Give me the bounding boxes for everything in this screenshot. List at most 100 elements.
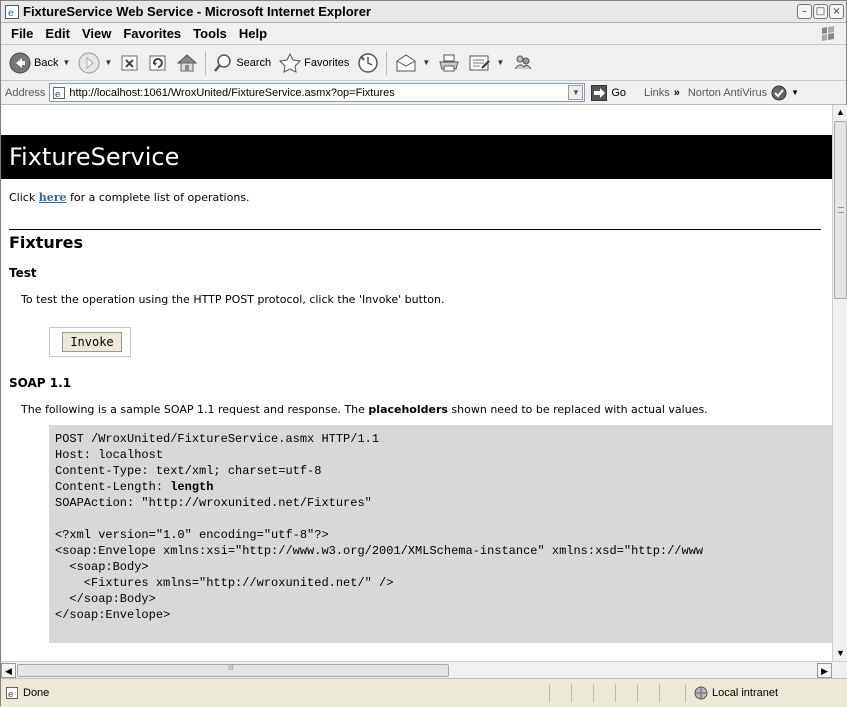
edit-button[interactable]: ▼ bbox=[464, 48, 508, 78]
menu-edit[interactable]: Edit bbox=[39, 26, 76, 41]
status-panes bbox=[549, 684, 681, 702]
home-icon bbox=[176, 53, 198, 71]
invoke-form: Invoke bbox=[49, 327, 131, 357]
refresh-button[interactable] bbox=[144, 48, 172, 78]
page-viewport: FixtureService Click here for a complete… bbox=[1, 105, 832, 661]
forward-dropdown-icon[interactable]: ▼ bbox=[104, 58, 112, 67]
search-button[interactable]: Search bbox=[209, 48, 275, 78]
security-zone[interactable]: Local intranet bbox=[685, 684, 835, 702]
go-label: Go bbox=[611, 86, 627, 99]
norton-shield-icon[interactable] bbox=[771, 85, 787, 101]
address-label: Address bbox=[5, 86, 46, 99]
address-input[interactable] bbox=[69, 86, 570, 99]
scroll-down-icon[interactable]: ▼ bbox=[833, 646, 847, 661]
status-text: Done bbox=[23, 687, 50, 699]
divider bbox=[9, 229, 821, 230]
status-pane bbox=[637, 684, 659, 702]
ie-logo-icon: e bbox=[5, 4, 19, 19]
norton-dropdown-icon[interactable]: ▼ bbox=[791, 88, 799, 97]
soap-request-sample: POST /WroxUnited/FixtureService.asmx HTT… bbox=[49, 425, 832, 643]
vertical-scroll-thumb[interactable] bbox=[834, 121, 847, 299]
code-line: </soap:Envelope> bbox=[55, 608, 171, 622]
status-pane bbox=[659, 684, 681, 702]
history-icon bbox=[358, 52, 379, 73]
norton-antivirus-label[interactable]: Norton AntiVirus bbox=[688, 87, 767, 99]
soap-description-pre: The following is a sample SOAP 1.1 reque… bbox=[21, 403, 369, 416]
code-line: <soap:Envelope xmlns:xsi="http://www.w3.… bbox=[55, 544, 704, 558]
status-pane bbox=[571, 684, 593, 702]
print-button[interactable] bbox=[434, 48, 464, 78]
page-icon: e bbox=[53, 86, 66, 100]
code-line: SOAPAction: "http://wroxunited.net/Fixtu… bbox=[55, 496, 372, 510]
stop-icon bbox=[121, 55, 138, 70]
menu-favorites[interactable]: Favorites bbox=[117, 26, 187, 41]
go-button[interactable]: Go bbox=[591, 84, 627, 101]
home-button[interactable] bbox=[172, 48, 202, 78]
menu-file[interactable]: File bbox=[5, 26, 39, 41]
scroll-left-icon[interactable]: ◀ bbox=[1, 663, 16, 678]
toolbar-separator bbox=[205, 50, 207, 75]
menu-view[interactable]: View bbox=[76, 26, 117, 41]
mail-button[interactable]: ▼ bbox=[390, 48, 434, 78]
minimize-button[interactable]: – bbox=[797, 4, 812, 19]
intro-text: Click here for a complete list of operat… bbox=[9, 191, 250, 204]
code-line: Host: localhost bbox=[55, 448, 164, 462]
svg-text:e: e bbox=[8, 8, 14, 19]
svg-text:e: e bbox=[55, 90, 60, 100]
printer-icon bbox=[439, 54, 460, 71]
links-label[interactable]: Links bbox=[644, 87, 670, 99]
messenger-button[interactable] bbox=[508, 48, 538, 78]
favorites-label: Favorites bbox=[304, 56, 350, 69]
code-line: POST /WroxUnited/FixtureService.asmx HTT… bbox=[55, 432, 380, 446]
horizontal-scroll-thumb[interactable]: III bbox=[17, 664, 449, 677]
horizontal-scrollbar[interactable]: ◀ III ▶ bbox=[1, 661, 847, 678]
favorites-star-icon bbox=[279, 52, 302, 73]
address-box[interactable]: e ▼ bbox=[49, 83, 586, 102]
go-arrow-icon bbox=[591, 84, 608, 101]
operations-list-link[interactable]: here bbox=[39, 191, 67, 204]
mail-dropdown-icon[interactable]: ▼ bbox=[422, 58, 430, 67]
title-bar: e FixtureService Web Service - Microsoft… bbox=[1, 1, 846, 23]
back-dropdown-icon[interactable]: ▼ bbox=[62, 58, 70, 67]
status-bar: e Done Local intranet bbox=[1, 678, 847, 707]
intro-text-pre: Click bbox=[9, 191, 39, 204]
forward-button[interactable]: ▼ bbox=[74, 48, 116, 78]
forward-arrow-icon bbox=[78, 52, 100, 73]
toolbar-separator bbox=[386, 50, 388, 75]
address-dropdown-icon[interactable]: ▼ bbox=[568, 85, 584, 100]
vertical-scrollbar[interactable]: ▲ ▼ bbox=[832, 105, 847, 661]
back-label: Back bbox=[34, 56, 59, 69]
menu-help[interactable]: Help bbox=[233, 26, 273, 41]
links-more-icon[interactable]: » bbox=[674, 87, 680, 99]
soap-description-bold: placeholders bbox=[368, 403, 448, 416]
favorites-button[interactable]: Favorites bbox=[275, 48, 353, 78]
invoke-button[interactable]: Invoke bbox=[62, 332, 122, 352]
page-done-icon: e bbox=[6, 687, 18, 700]
maximize-button[interactable]: □ bbox=[813, 4, 828, 19]
back-arrow-icon bbox=[9, 52, 31, 73]
back-button[interactable]: Back ▼ bbox=[5, 48, 74, 78]
soap-description: The following is a sample SOAP 1.1 reque… bbox=[21, 403, 708, 416]
svg-text:e: e bbox=[8, 690, 13, 700]
search-icon bbox=[214, 53, 232, 72]
scroll-up-icon[interactable]: ▲ bbox=[833, 105, 847, 120]
code-line: Content-Type: text/xml; charset=utf-8 bbox=[55, 464, 322, 478]
edit-dropdown-icon[interactable]: ▼ bbox=[496, 58, 504, 67]
history-button[interactable] bbox=[353, 48, 383, 78]
address-bar: Address e ▼ Go Links » Norton AntiVirus … bbox=[1, 81, 846, 105]
test-heading: Test bbox=[9, 266, 37, 280]
status-pane bbox=[615, 684, 637, 702]
stop-button[interactable] bbox=[116, 48, 144, 78]
status-pane bbox=[549, 684, 571, 702]
menu-tools[interactable]: Tools bbox=[187, 26, 233, 41]
standard-toolbar: Back ▼ ▼ Search Favorites ▼ ▼ bbox=[1, 45, 846, 81]
close-button[interactable]: × bbox=[829, 4, 844, 19]
security-zone-label: Local intranet bbox=[712, 687, 779, 699]
window-title: FixtureService Web Service - Microsoft I… bbox=[23, 4, 371, 19]
messenger-icon bbox=[514, 55, 532, 69]
scroll-grip bbox=[838, 207, 844, 213]
scroll-right-icon[interactable]: ▶ bbox=[817, 663, 832, 678]
browser-window: e FixtureService Web Service - Microsoft… bbox=[0, 0, 847, 707]
windows-flag-icon bbox=[822, 26, 834, 41]
